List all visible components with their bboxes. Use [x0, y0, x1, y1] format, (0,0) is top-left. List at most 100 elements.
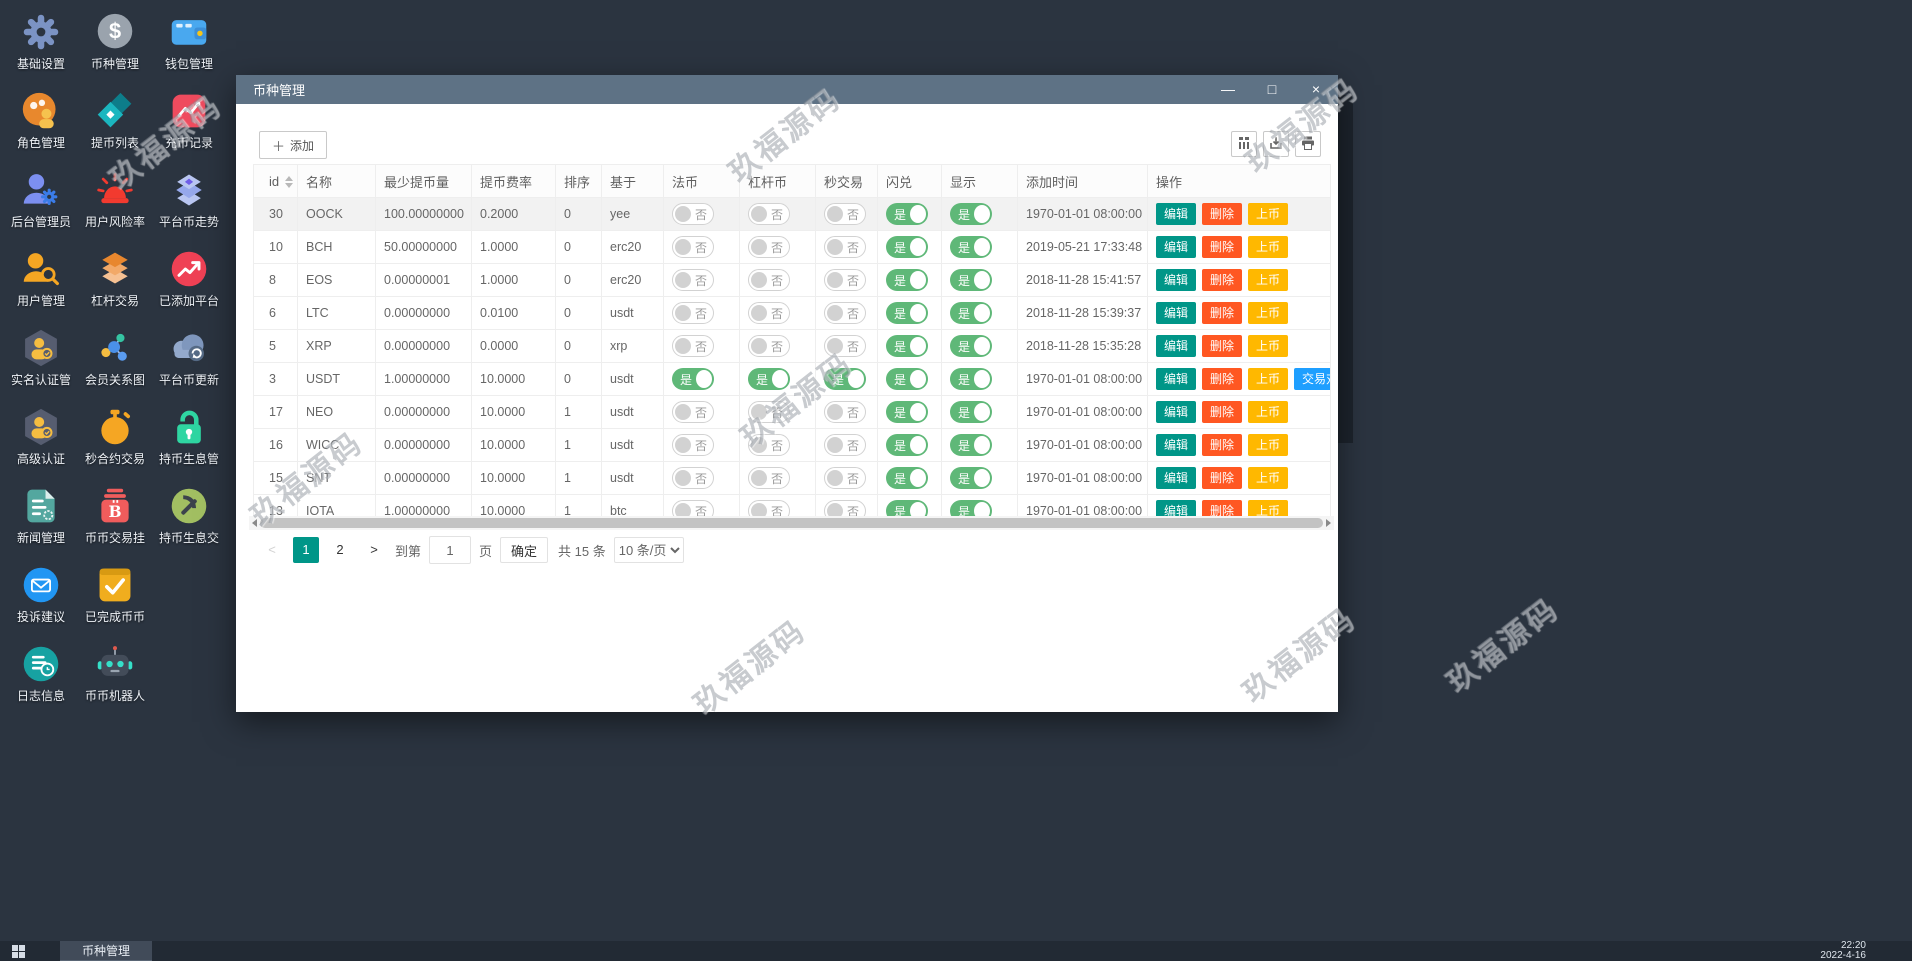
lever-toggle[interactable]: 是 — [748, 368, 790, 390]
scroll-left-icon[interactable] — [252, 519, 257, 527]
desktop-icon[interactable]: 已完成币币 — [78, 559, 152, 638]
next-page-button[interactable]: > — [361, 537, 387, 563]
column-header[interactable]: id — [254, 165, 298, 198]
flash-exchange-toggle[interactable]: 是 — [886, 467, 928, 489]
fiat-toggle[interactable]: 否 — [672, 302, 714, 324]
delete-button[interactable]: 删除 — [1202, 434, 1242, 456]
display-toggle[interactable]: 是 — [950, 401, 992, 423]
lever-toggle[interactable]: 否 — [748, 269, 790, 291]
second-trade-toggle[interactable]: 否 — [824, 335, 866, 357]
desktop-icon[interactable]: 充币记录 — [152, 85, 226, 164]
list-coin-button[interactable]: 上币 — [1248, 269, 1288, 291]
start-button[interactable] — [0, 941, 36, 961]
desktop-icon[interactable]: $币种管理 — [78, 6, 152, 85]
desktop-icon[interactable]: 提币列表 — [78, 85, 152, 164]
edit-button[interactable]: 编辑 — [1156, 302, 1196, 324]
second-trade-toggle[interactable]: 否 — [824, 203, 866, 225]
window-titlebar[interactable]: 币种管理 —□× — [236, 75, 1338, 104]
maximize-button[interactable]: □ — [1250, 75, 1294, 104]
second-trade-toggle[interactable]: 否 — [824, 269, 866, 291]
fiat-toggle[interactable]: 是 — [672, 368, 714, 390]
desktop-icon[interactable]: 持币生息管 — [152, 401, 226, 480]
desktop-icon[interactable]: 持币生息交 — [152, 480, 226, 559]
delete-button[interactable]: 删除 — [1202, 269, 1242, 291]
fiat-toggle[interactable]: 否 — [672, 434, 714, 456]
edit-button[interactable]: 编辑 — [1156, 467, 1196, 489]
desktop-icon[interactable]: B币币交易挂 — [78, 480, 152, 559]
list-coin-button[interactable]: 上币 — [1248, 203, 1288, 225]
edit-button[interactable]: 编辑 — [1156, 203, 1196, 225]
delete-button[interactable]: 删除 — [1202, 368, 1242, 390]
add-button[interactable]: ＋ 添加 — [259, 131, 327, 159]
sort-icon[interactable] — [285, 176, 293, 188]
list-coin-button[interactable]: 上币 — [1248, 302, 1288, 324]
desktop-icon[interactable]: 高级认证 — [4, 401, 78, 480]
page-button-2[interactable]: 2 — [327, 537, 353, 563]
second-trade-toggle[interactable]: 否 — [824, 401, 866, 423]
list-coin-button[interactable]: 上币 — [1248, 467, 1288, 489]
desktop-icon[interactable]: 币币机器人 — [78, 638, 152, 717]
second-trade-toggle[interactable]: 否 — [824, 467, 866, 489]
fiat-toggle[interactable]: 否 — [672, 467, 714, 489]
display-toggle[interactable]: 是 — [950, 302, 992, 324]
desktop-icon[interactable]: 后台管理员 — [4, 164, 78, 243]
fiat-toggle[interactable]: 否 — [672, 335, 714, 357]
flash-exchange-toggle[interactable]: 是 — [886, 236, 928, 258]
flash-exchange-toggle[interactable]: 是 — [886, 302, 928, 324]
second-trade-toggle[interactable]: 否 — [824, 434, 866, 456]
flash-exchange-toggle[interactable]: 是 — [886, 335, 928, 357]
desktop-icon[interactable]: 角色管理 — [4, 85, 78, 164]
display-toggle[interactable]: 是 — [950, 434, 992, 456]
flash-exchange-toggle[interactable]: 是 — [886, 401, 928, 423]
display-toggle[interactable]: 是 — [950, 368, 992, 390]
lever-toggle[interactable]: 否 — [748, 434, 790, 456]
desktop-icon[interactable]: 用户管理 — [4, 243, 78, 322]
display-toggle[interactable]: 是 — [950, 236, 992, 258]
flash-exchange-toggle[interactable]: 是 — [886, 203, 928, 225]
lever-toggle[interactable]: 否 — [748, 302, 790, 324]
trading-pair-button[interactable]: 交易对 — [1294, 368, 1330, 390]
export-button[interactable] — [1263, 131, 1289, 157]
list-coin-button[interactable]: 上币 — [1248, 401, 1288, 423]
horizontal-scrollbar[interactable] — [249, 516, 1334, 530]
fiat-toggle[interactable]: 否 — [672, 236, 714, 258]
page-size-select[interactable]: 10 条/页 — [614, 537, 684, 563]
list-coin-button[interactable]: 上币 — [1248, 335, 1288, 357]
fiat-toggle[interactable]: 否 — [672, 203, 714, 225]
columns-filter-button[interactable] — [1231, 131, 1257, 157]
display-toggle[interactable]: 是 — [950, 269, 992, 291]
list-coin-button[interactable]: 上币 — [1248, 368, 1288, 390]
desktop-icon[interactable]: 钱包管理 — [152, 6, 226, 85]
fiat-toggle[interactable]: 否 — [672, 269, 714, 291]
desktop-icon[interactable]: 日志信息 — [4, 638, 78, 717]
taskbar-item-currency[interactable]: 币种管理 — [60, 941, 152, 961]
edit-button[interactable]: 编辑 — [1156, 401, 1196, 423]
display-toggle[interactable]: 是 — [950, 203, 992, 225]
flash-exchange-toggle[interactable]: 是 — [886, 368, 928, 390]
list-coin-button[interactable]: 上币 — [1248, 434, 1288, 456]
page-button-1[interactable]: 1 — [293, 537, 319, 563]
lever-toggle[interactable]: 否 — [748, 236, 790, 258]
scroll-right-icon[interactable] — [1326, 519, 1331, 527]
fiat-toggle[interactable]: 否 — [672, 401, 714, 423]
desktop-icon[interactable]: 新闻管理 — [4, 480, 78, 559]
display-toggle[interactable]: 是 — [950, 467, 992, 489]
second-trade-toggle[interactable]: 否 — [824, 302, 866, 324]
edit-button[interactable]: 编辑 — [1156, 335, 1196, 357]
edit-button[interactable]: 编辑 — [1156, 368, 1196, 390]
delete-button[interactable]: 删除 — [1202, 302, 1242, 324]
desktop-icon[interactable]: 平台币更新 — [152, 322, 226, 401]
lever-toggle[interactable]: 否 — [748, 467, 790, 489]
delete-button[interactable]: 删除 — [1202, 467, 1242, 489]
delete-button[interactable]: 删除 — [1202, 335, 1242, 357]
edit-button[interactable]: 编辑 — [1156, 269, 1196, 291]
minimize-button[interactable]: — — [1206, 75, 1250, 104]
second-trade-toggle[interactable]: 是 — [824, 368, 866, 390]
delete-button[interactable]: 删除 — [1202, 203, 1242, 225]
print-button[interactable] — [1295, 131, 1321, 157]
desktop-icon[interactable]: 平台币走势 — [152, 164, 226, 243]
desktop-icon[interactable]: 杠杆交易 — [78, 243, 152, 322]
flash-exchange-toggle[interactable]: 是 — [886, 434, 928, 456]
delete-button[interactable]: 删除 — [1202, 401, 1242, 423]
scrollbar-thumb[interactable] — [260, 518, 1323, 528]
